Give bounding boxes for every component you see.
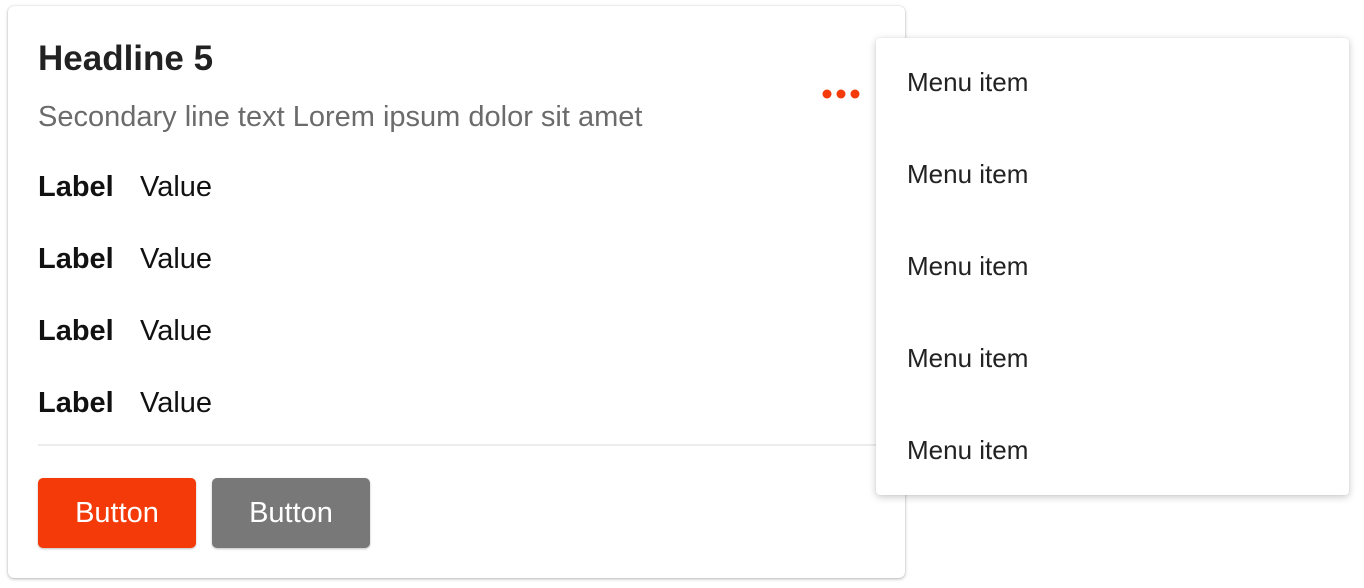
field-value: Value	[140, 387, 213, 419]
field-list: Label Value Label Value Label Value Labe…	[38, 171, 878, 459]
menu-item[interactable]: Menu item	[876, 128, 1349, 220]
menu-item[interactable]: Menu item	[876, 220, 1349, 312]
field-label: Label	[38, 315, 114, 347]
card-subtitle: Secondary line text Lorem ipsum dolor si…	[38, 101, 643, 133]
field-row: Label Value	[38, 243, 878, 315]
more-horizontal-icon	[822, 88, 862, 100]
card: Headline 5 Secondary line text Lorem ips…	[8, 6, 905, 578]
more-options-button[interactable]	[818, 78, 866, 110]
card-divider	[38, 444, 878, 446]
field-row: Label Value	[38, 171, 878, 243]
menu-item[interactable]: Menu item	[876, 312, 1349, 404]
field-value: Value	[140, 171, 213, 203]
secondary-button[interactable]: Button	[212, 478, 370, 548]
field-row: Label Value	[38, 387, 878, 459]
primary-button[interactable]: Button	[38, 478, 196, 548]
field-label: Label	[38, 387, 114, 419]
menu-item[interactable]: Menu item	[876, 36, 1349, 128]
field-row: Label Value	[38, 315, 878, 387]
dropdown-menu: Menu item Menu item Menu item Menu item …	[876, 38, 1349, 495]
field-label: Label	[38, 243, 114, 275]
menu-item[interactable]: Menu item	[876, 404, 1349, 496]
field-value: Value	[140, 243, 213, 275]
card-headline: Headline 5	[38, 39, 214, 78]
field-value: Value	[140, 315, 213, 347]
menu-list: Menu item Menu item Menu item Menu item …	[876, 36, 1349, 496]
field-label: Label	[38, 171, 114, 203]
